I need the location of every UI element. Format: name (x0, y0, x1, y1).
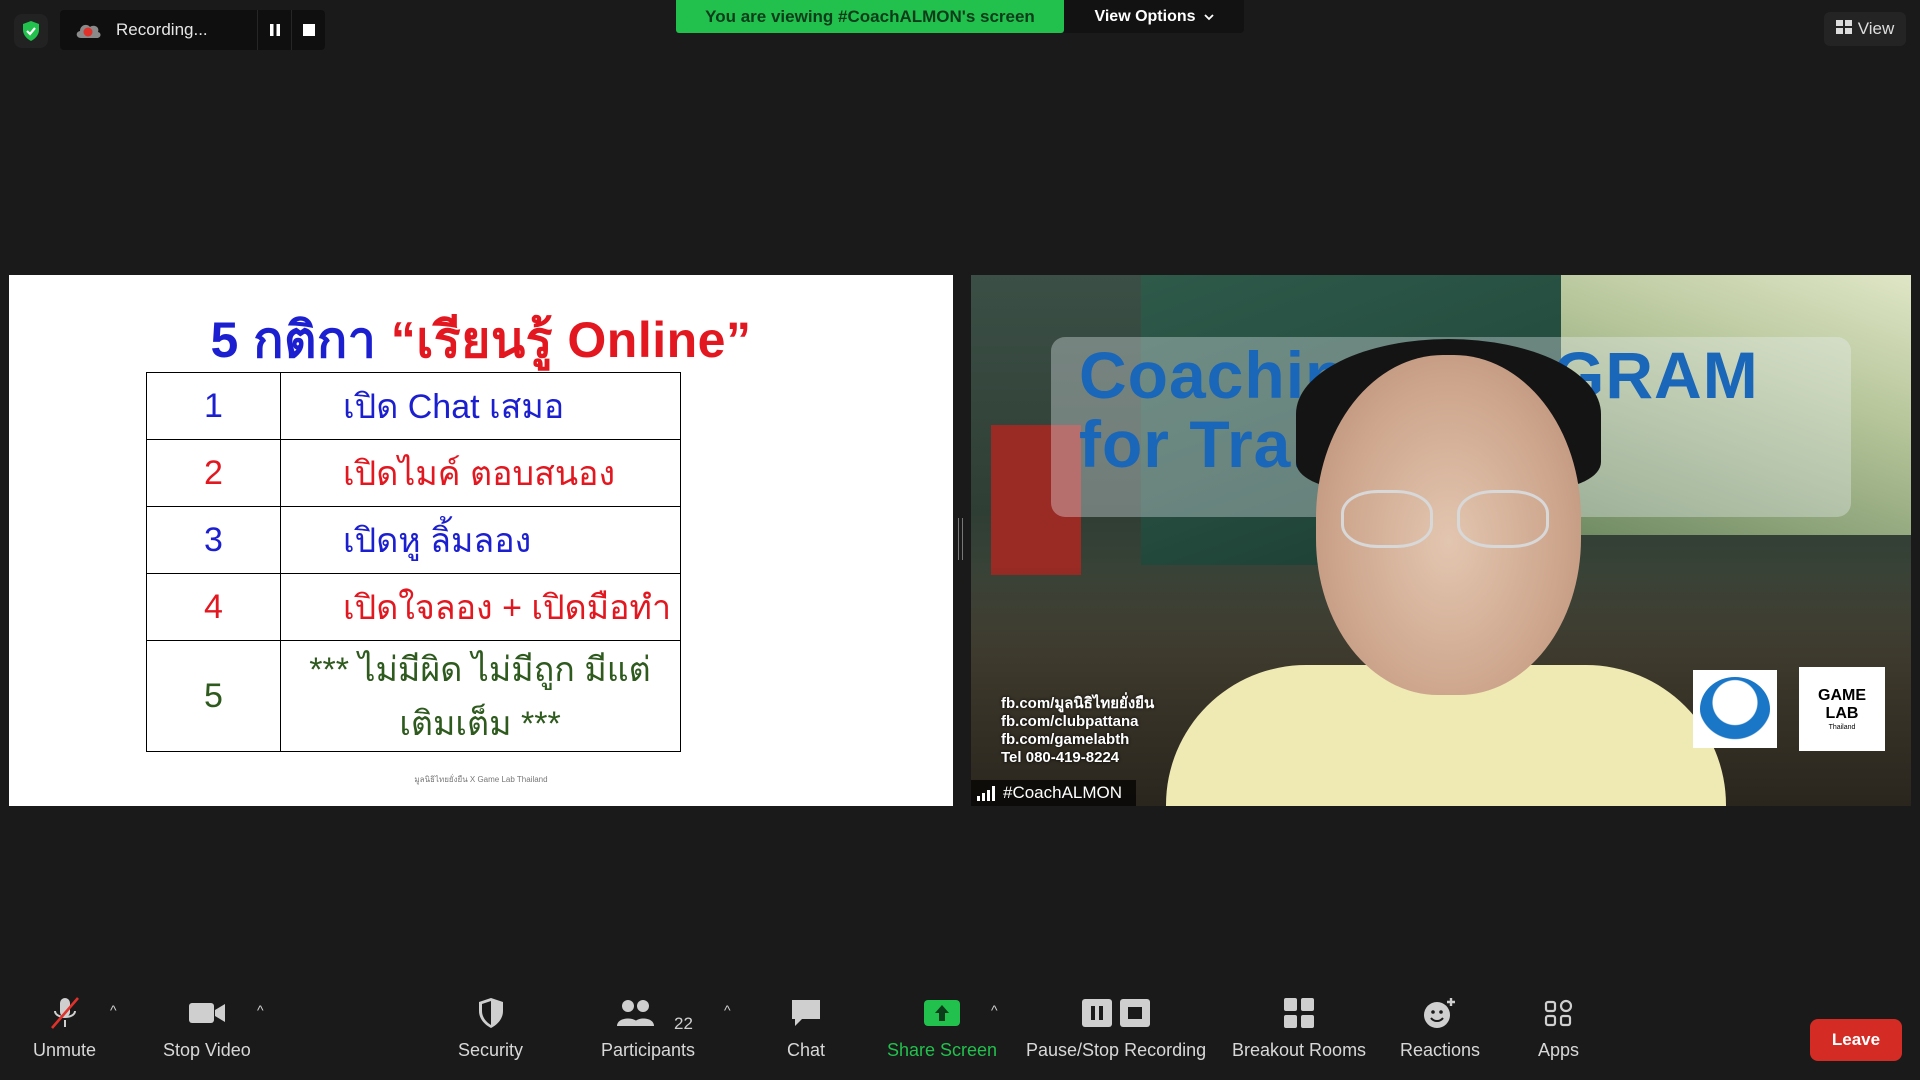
breakout-rooms-icon (1283, 990, 1315, 1036)
game-lab-logo-line3: Thailand (1828, 723, 1856, 731)
meeting-toolbar: Unmute ^ Stop Video ^ Security Participa… (0, 990, 1920, 1080)
grid-view-icon (1835, 19, 1852, 39)
leave-button[interactable]: Leave (1810, 1019, 1902, 1061)
reactions-button[interactable]: Reactions (1400, 990, 1480, 1061)
video-camera-icon (188, 990, 226, 1036)
shared-screen-slide: 5 กติกา “เรียนรู้ Online” 1 เปิด Chat เสม… (9, 275, 953, 806)
breakout-rooms-label: Breakout Rooms (1232, 1040, 1367, 1060)
rule-row: 5 *** ไม่มีผิด ไม่มีถูก มีแต่ เติมเต็ม **… (146, 640, 681, 752)
apps-icon (1544, 990, 1574, 1036)
pause-recording-button[interactable] (257, 10, 291, 50)
security-shield-icon[interactable] (14, 14, 48, 48)
presenter-glasses-right (1457, 490, 1549, 548)
share-options-caret[interactable]: ^ (991, 1002, 998, 1018)
pause-stop-recording-button[interactable]: Pause/Stop Recording (1026, 990, 1206, 1061)
rule-number: 2 (146, 439, 281, 507)
rule-text: เปิดหู ลิ้มลอง (280, 506, 681, 574)
participants-icon (616, 990, 680, 1036)
shield-icon (477, 990, 505, 1036)
unmute-label: Unmute (33, 1040, 97, 1060)
chevron-down-icon (1203, 8, 1214, 26)
view-label: View (1857, 19, 1895, 38)
apps-button[interactable]: Apps (1538, 990, 1579, 1061)
participant-name-tag: #CoachALMON (971, 780, 1137, 806)
rule-number: 5 (146, 640, 281, 752)
presenter-glasses-left (1341, 490, 1433, 548)
contact-info: fb.com/มูลนิธิไทยยั่งยืน fb.com/clubpatt… (1001, 695, 1154, 767)
unmute-button[interactable]: Unmute (33, 990, 96, 1061)
contact-line: fb.com/gamelabth (1001, 731, 1130, 748)
participants-count: 22 (674, 1014, 693, 1033)
participants-options-caret[interactable]: ^ (724, 1002, 731, 1018)
rule-row: 3 เปิดหู ลิ้มลอง (146, 506, 681, 574)
view-layout-button[interactable]: View (1824, 12, 1906, 46)
foundation-logo (1693, 670, 1777, 748)
recording-status-text: Recording... (116, 20, 208, 39)
rule-row: 1 เปิด Chat เสมอ (146, 372, 681, 440)
stop-video-button[interactable]: Stop Video (163, 990, 251, 1061)
share-screen-label: Share Screen (887, 1040, 998, 1060)
participant-name: #CoachALMON (1003, 783, 1123, 802)
security-label: Security (458, 1040, 524, 1060)
share-screen-button[interactable]: Share Screen (887, 990, 997, 1061)
recording-indicator: Recording... (60, 10, 325, 50)
participant-video-tile: Coaching PROGRAM for Trainer fb.com/มูลน… (971, 275, 1911, 806)
chat-button[interactable]: Chat (787, 990, 825, 1061)
rule-number: 4 (146, 573, 281, 641)
reactions-label: Reactions (1400, 1040, 1481, 1060)
viewing-screen-banner: You are viewing #CoachALMON's screen (676, 0, 1064, 33)
contact-line: fb.com/มูลนิธิไทยยั่งยืน (1001, 695, 1155, 712)
rule-number: 1 (146, 372, 281, 440)
video-options-caret[interactable]: ^ (257, 1002, 264, 1018)
pause-stop-icon (1080, 990, 1152, 1036)
cloud-recording-icon (74, 16, 102, 44)
muted-microphone-icon (48, 990, 82, 1036)
security-button[interactable]: Security (458, 990, 523, 1061)
game-lab-logo-line1: GAME (1818, 686, 1866, 704)
rule-text: เปิดใจลอง + เปิดมือทำ (280, 573, 681, 641)
rule-row: 4 เปิดใจลอง + เปิดมือทำ (146, 573, 681, 641)
breakout-rooms-button[interactable]: Breakout Rooms (1232, 990, 1366, 1061)
split-divider-handle[interactable] (958, 518, 963, 560)
contact-line: fb.com/clubpattana (1001, 713, 1139, 730)
rule-text: *** ไม่มีผิด ไม่มีถูก มีแต่ เติมเต็ม *** (280, 640, 681, 752)
rule-text: เปิดไมค์ ตอบสนอง (280, 439, 681, 507)
participants-label: Participants (601, 1040, 696, 1060)
game-lab-logo-line2: LAB (1825, 704, 1859, 722)
share-screen-icon (923, 990, 961, 1036)
rules-table: 1 เปิด Chat เสมอ 2 เปิดไมค์ ตอบสนอง 3 เปิดหู … (146, 372, 681, 752)
pause-stop-recording-label: Pause/Stop Recording (1026, 1040, 1207, 1060)
view-options-label: View Options (1094, 7, 1196, 25)
rule-row: 2 เปิดไมค์ ตอบสนอง (146, 439, 681, 507)
view-options-button[interactable]: View Options (1064, 0, 1244, 33)
apps-label: Apps (1538, 1040, 1580, 1060)
chat-label: Chat (787, 1040, 826, 1060)
rule-number: 3 (146, 506, 281, 574)
slide-title: 5 กติกา “เรียนรู้ Online” (9, 301, 953, 380)
slide-title-part1: 5 กติกา (210, 312, 391, 368)
slide-title-part2: “เรียนรู้ Online” (390, 312, 752, 368)
rule-text: เปิด Chat เสมอ (280, 372, 681, 440)
chat-bubble-icon (789, 990, 823, 1036)
slide-footer: มูลนิธิไทยยั่งยืน X Game Lab Thailand (414, 775, 548, 784)
contact-line: Tel 080-419-8224 (1001, 749, 1120, 766)
smiley-plus-icon (1422, 990, 1458, 1036)
connection-signal-icon (977, 785, 995, 801)
audio-options-caret[interactable]: ^ (110, 1002, 117, 1018)
game-lab-logo: GAME LAB Thailand (1799, 667, 1885, 751)
stop-recording-button[interactable] (291, 10, 325, 50)
stop-video-label: Stop Video (163, 1040, 251, 1060)
